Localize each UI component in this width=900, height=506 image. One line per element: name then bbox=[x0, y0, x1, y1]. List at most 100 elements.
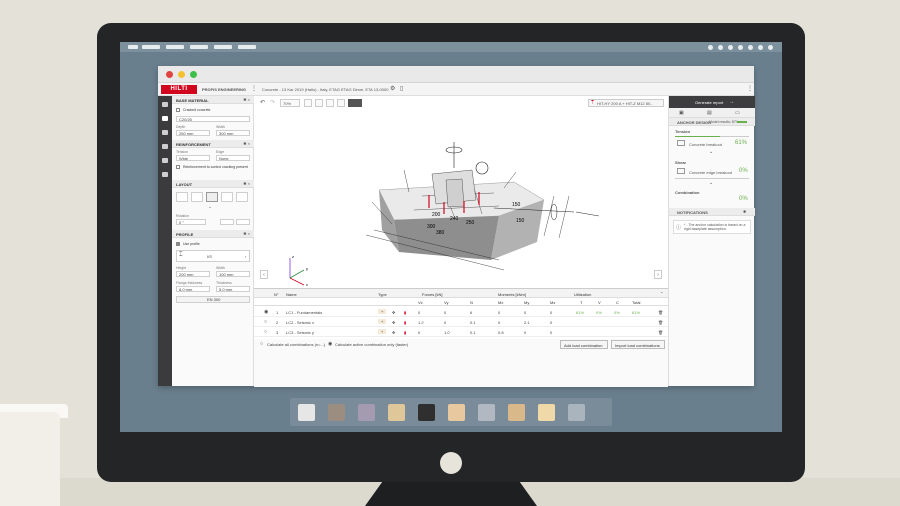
base-material-header[interactable]: BASE MATERIAL ✱ × bbox=[172, 96, 254, 104]
layout-header[interactable]: LAYOUT ✱ × bbox=[172, 180, 254, 188]
app-window: HILTI PROFIS ENGINEERING ⋮ Concrete - 13… bbox=[158, 66, 755, 387]
menu-dots-icon[interactable]: ⋮ bbox=[251, 85, 257, 92]
document-icon[interactable]: ▯ bbox=[400, 85, 403, 92]
profile-height-input[interactable]: 200 mm bbox=[176, 271, 210, 277]
dim-label: 240 bbox=[450, 216, 459, 222]
left-panel: BASE MATERIAL ✱ × Cracked concrete C20/25… bbox=[172, 96, 254, 386]
reinforcement-checkbox[interactable] bbox=[176, 165, 180, 169]
dim-label: 200 bbox=[432, 212, 441, 218]
close-button[interactable] bbox=[166, 71, 173, 78]
layout-two-button[interactable] bbox=[191, 192, 203, 202]
notification-item: ⓘ * - The anchor calculation is based on… bbox=[673, 220, 751, 234]
document-icon[interactable]: ▤ bbox=[707, 110, 712, 116]
eye-icon[interactable] bbox=[337, 99, 345, 107]
standard-button[interactable]: EN 300 bbox=[176, 296, 250, 303]
calculator-icon[interactable] bbox=[328, 404, 345, 421]
radio-selected-icon[interactable]: ◉ bbox=[328, 341, 332, 347]
add-load-combination-button[interactable]: Add load combination bbox=[560, 340, 608, 349]
chevron-down-icon[interactable]: ⌄ bbox=[709, 149, 713, 155]
concrete-breakout-icon bbox=[677, 140, 685, 146]
document-title: Concrete - 13 Kar 2019 (Hallo) - Italy, … bbox=[262, 87, 389, 92]
profile-header[interactable]: PROFILE ✱ × bbox=[172, 230, 254, 238]
zoom-select[interactable]: 70% bbox=[280, 99, 300, 107]
finder-icon[interactable] bbox=[298, 404, 315, 421]
pencil-icon[interactable] bbox=[358, 404, 375, 421]
wifi-icon[interactable] bbox=[418, 404, 435, 421]
profile-select[interactable]: ⌶ I/S › bbox=[176, 250, 250, 262]
cracked-concrete-checkbox[interactable] bbox=[176, 108, 180, 112]
trash-dock-icon[interactable] bbox=[568, 404, 585, 421]
thickness-input[interactable]: 5.0 mm bbox=[216, 286, 250, 292]
nav-results-icon[interactable] bbox=[162, 172, 168, 177]
lock-icon[interactable]: ▣ bbox=[679, 110, 684, 116]
notifications-header[interactable]: NOTIFICATIONS ✱ bbox=[669, 208, 755, 216]
radio-icon[interactable]: ○ bbox=[260, 341, 263, 347]
nav-base-material-icon[interactable] bbox=[162, 116, 168, 121]
layout-custom-button[interactable] bbox=[236, 192, 248, 202]
tension-select[interactable]: Wide bbox=[176, 155, 210, 161]
circle-app-icon[interactable] bbox=[388, 404, 405, 421]
radio-icon: ○ bbox=[264, 329, 268, 335]
diamond-app-icon[interactable] bbox=[508, 404, 525, 421]
check-app-icon[interactable] bbox=[478, 404, 495, 421]
table-row[interactable]: ○ 3 LC3 - Seismic y + ✥ ▮ 0 1.0 0.1 0.8 … bbox=[254, 327, 668, 337]
left-nav-rail bbox=[158, 96, 172, 386]
axis-z-label: z bbox=[292, 254, 294, 259]
chevron-down-icon[interactable]: ⌄ bbox=[208, 204, 212, 210]
more-menu-icon[interactable]: ⋮ bbox=[747, 85, 753, 92]
folder-icon[interactable]: ▭ bbox=[735, 110, 740, 116]
reset-view-icon[interactable] bbox=[326, 99, 334, 107]
flange-thickness-input[interactable]: 8.0 mm bbox=[176, 286, 210, 292]
right-panel: Generate report → ▣ ▤ ▭ ANCHOR DESIGN Mo… bbox=[668, 96, 755, 386]
anchor-design-header[interactable]: ANCHOR DESIGN Model results: 87% bbox=[669, 118, 755, 126]
nav-profile-icon[interactable] bbox=[162, 144, 168, 149]
depth-input[interactable]: 250 mm bbox=[176, 130, 210, 136]
layout-single-button[interactable] bbox=[176, 192, 188, 202]
import-load-combinations-button[interactable]: Import load combinations bbox=[611, 340, 665, 349]
reinforcement-header[interactable]: REINFORCEMENT ✱ × bbox=[172, 140, 254, 148]
concrete-edge-icon bbox=[677, 168, 685, 174]
edit-icon: ✥ bbox=[392, 330, 396, 335]
trash-icon[interactable]: 🗑 bbox=[658, 320, 663, 325]
concrete-select[interactable]: C20/25 bbox=[176, 116, 250, 122]
trash-icon[interactable]: 🗑 bbox=[658, 330, 663, 335]
align-right-button[interactable] bbox=[236, 219, 250, 225]
rotate-icon[interactable] bbox=[315, 99, 323, 107]
nav-anchor-icon[interactable] bbox=[162, 158, 168, 163]
window-titlebar bbox=[158, 66, 754, 83]
layout-six-button[interactable] bbox=[221, 192, 233, 202]
combination-value: 0% bbox=[739, 196, 748, 202]
prev-arrow-icon[interactable]: ‹ bbox=[260, 270, 268, 279]
redo-icon[interactable]: ↷ bbox=[270, 99, 275, 106]
align-left-button[interactable] bbox=[220, 219, 234, 225]
anchor-select[interactable]: ⍑ HIT-HY 200 A + HIT-Z M12 80... bbox=[588, 99, 664, 107]
3d-viewport[interactable]: 200 240 250 300 380 150 150 x y z ‹ › bbox=[254, 110, 668, 288]
h-app-icon[interactable] bbox=[448, 404, 465, 421]
monitor-stand bbox=[365, 482, 537, 506]
mic-icon[interactable] bbox=[538, 404, 555, 421]
tension-bar bbox=[675, 136, 749, 137]
nav-loads-icon[interactable] bbox=[162, 130, 168, 135]
shear-bar bbox=[675, 178, 749, 179]
width-input[interactable]: 300 mm bbox=[216, 130, 250, 136]
minimize-button[interactable] bbox=[178, 71, 185, 78]
chevron-down-icon[interactable]: ⌄ bbox=[709, 180, 713, 186]
table-row[interactable]: ○ 2 LC2 - Seismic x + ✥ ▮ 1.2 0 0.1 0 2.… bbox=[254, 317, 668, 327]
layout-four-button[interactable] bbox=[206, 192, 218, 202]
table-row[interactable]: ◉ 1 LC1 - Fundamentals + ✥ ▮ 0 0 6 0 0 0… bbox=[254, 307, 668, 317]
next-arrow-icon[interactable]: › bbox=[654, 270, 662, 279]
zoom-icon[interactable] bbox=[304, 99, 312, 107]
edge-select[interactable]: None bbox=[216, 155, 250, 161]
undo-icon[interactable]: ↶ bbox=[260, 99, 265, 106]
chevron-up-icon[interactable]: ⌃ bbox=[660, 291, 663, 296]
trash-icon[interactable]: 🗑 bbox=[658, 310, 663, 315]
gear-icon[interactable]: ⚙ bbox=[390, 85, 395, 92]
generate-report-button[interactable]: Generate report → bbox=[669, 96, 755, 108]
rotation-input[interactable]: 0 ° bbox=[176, 219, 206, 225]
view-mode-button[interactable] bbox=[348, 99, 362, 107]
nav-arrow-icon[interactable] bbox=[162, 102, 168, 107]
use-profile-checkbox[interactable] bbox=[176, 242, 180, 246]
maximize-button[interactable] bbox=[190, 71, 197, 78]
profile-width-input[interactable]: 100 mm bbox=[216, 271, 250, 277]
chart-icon: ▮ bbox=[404, 320, 407, 325]
